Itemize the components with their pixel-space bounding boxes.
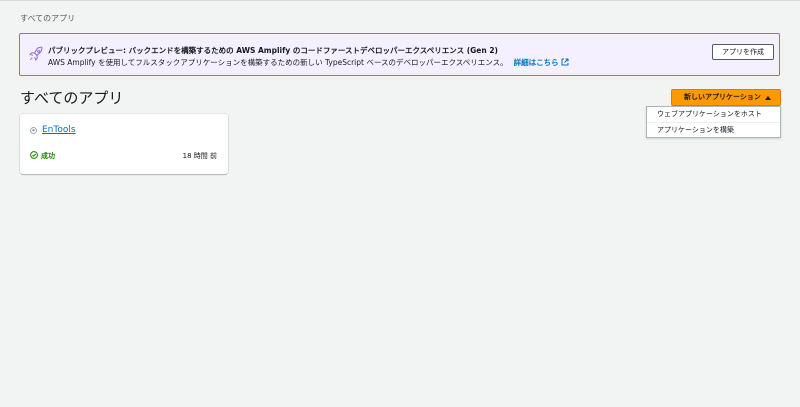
banner-title: パブリックプレビュー: バックエンドを構築するための AWS Amplify の… [48, 46, 498, 55]
top-divider [0, 0, 800, 1]
new-app-menu: ウェブアプリケーションをホスト アプリケーションを構築 [646, 106, 781, 138]
banner-description: AWS Amplify を使用してフルスタックアプリケーションを構築するための新… [48, 57, 569, 68]
external-link-icon [561, 58, 569, 66]
page-title: すべてのアプリ [20, 89, 124, 107]
learn-more-link[interactable]: 詳細はこちら [514, 58, 569, 67]
menu-item-build-app[interactable]: アプリケーションを構築 [647, 122, 780, 138]
app-name-link[interactable]: EnTools [42, 125, 76, 135]
caret-up-icon [765, 96, 771, 100]
app-card: EnTools 成功 18 時間 前 [20, 114, 228, 174]
new-app-button[interactable]: 新しいアプリケーション [671, 89, 781, 106]
rocket-icon [29, 46, 43, 61]
github-icon [30, 127, 37, 134]
breadcrumb[interactable]: すべてのアプリ [20, 13, 75, 24]
learn-more-label[interactable]: 詳細はこちら [514, 58, 559, 67]
banner-description-text: AWS Amplify を使用してフルスタックアプリケーションを構築するための新… [48, 58, 508, 67]
success-check-icon [30, 151, 38, 159]
create-app-button[interactable]: アプリを作成 [712, 44, 774, 60]
new-app-button-label[interactable]: 新しいアプリケーション [684, 93, 761, 101]
status-label: 成功 [41, 152, 55, 160]
menu-item-host-web-app[interactable]: ウェブアプリケーションをホスト [647, 107, 780, 122]
last-updated: 18 時間 前 [182, 152, 217, 160]
preview-banner: パブリックプレビュー: バックエンドを構築するための AWS Amplify の… [19, 33, 780, 76]
